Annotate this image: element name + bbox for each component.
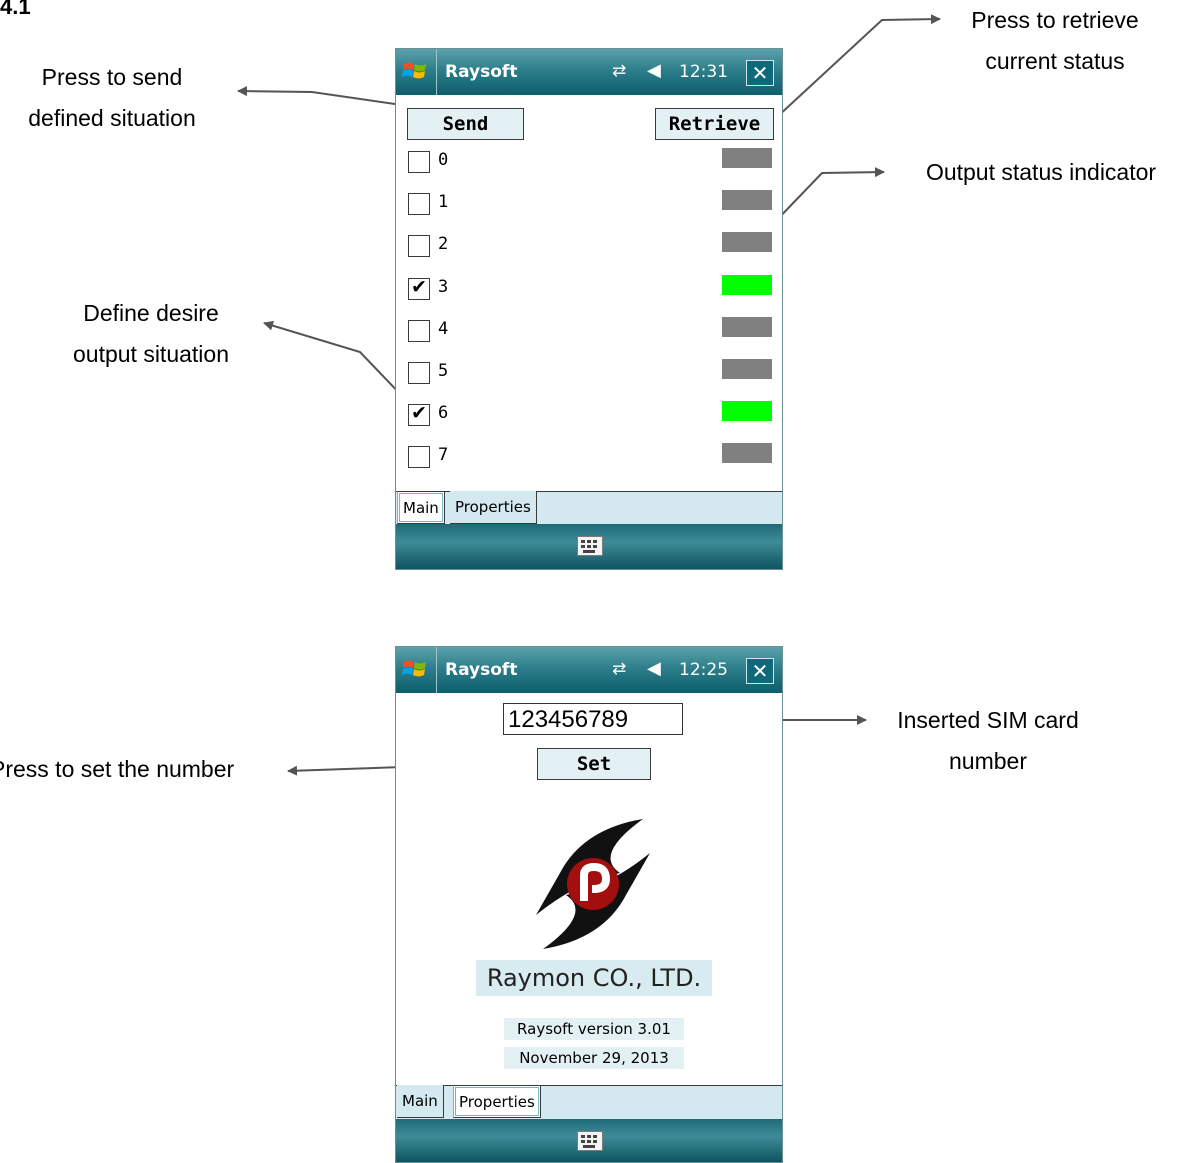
tab-strip: Main Properties <box>396 1085 782 1121</box>
output-status-indicator <box>722 190 772 210</box>
connectivity-icon[interactable]: ⇄ <box>612 61 626 81</box>
output-label: 0 <box>438 150 449 170</box>
company-name: Raymon CO., LTD. <box>476 960 712 996</box>
output-checkbox[interactable]: ✔ <box>408 402 430 426</box>
app-title: Raysoft <box>436 647 517 693</box>
output-status-indicator <box>722 232 772 252</box>
arrow-retrieve <box>776 14 941 118</box>
output-label: 7 <box>438 445 449 465</box>
keyboard-icon[interactable] <box>577 1131 603 1151</box>
date-label: November 29, 2013 <box>504 1047 684 1069</box>
output-status-indicator <box>722 401 772 421</box>
output-label: 4 <box>438 319 449 339</box>
output-label: 2 <box>438 234 449 254</box>
document-page: { "section_heading": "4.1", "screen_main… <box>0 0 1191 1163</box>
output-checkbox[interactable] <box>408 362 430 384</box>
checkmark-icon: ✔ <box>411 276 427 298</box>
send-button[interactable]: Send <box>407 108 524 140</box>
title-bar: Raysoft ⇄ ◀ 12:31 ✕ <box>396 49 782 95</box>
output-label: 6 <box>438 403 449 423</box>
close-icon[interactable]: ✕ <box>746 658 774 684</box>
connectivity-icon[interactable]: ⇄ <box>612 659 626 679</box>
arrow-indicator <box>772 167 885 225</box>
title-bar: Raysoft ⇄ ◀ 12:25 ✕ <box>396 647 782 693</box>
output-checkbox[interactable] <box>408 235 430 257</box>
tab-strip: Main Properties <box>396 491 782 527</box>
output-checkbox[interactable]: ✔ <box>408 276 430 300</box>
arrow-define <box>263 320 405 399</box>
output-label: 1 <box>438 192 449 212</box>
tab-properties[interactable]: Properties <box>450 491 537 524</box>
raymon-logo <box>536 819 650 949</box>
tab-main[interactable]: Main <box>397 1085 444 1118</box>
output-status-indicator <box>722 317 772 337</box>
clock[interactable]: 12:25 <box>679 647 728 693</box>
close-icon[interactable]: ✕ <box>746 60 774 86</box>
checkmark-icon: ✔ <box>411 402 427 424</box>
soft-key-bar <box>396 1119 782 1162</box>
output-status-indicator <box>722 443 772 463</box>
sim-number-input[interactable]: 123456789 <box>503 703 683 735</box>
volume-icon[interactable]: ◀ <box>647 60 661 81</box>
main-screen: Raysoft ⇄ ◀ 12:31 ✕ Send Retrieve 0 1 2 ✔ 3 4… <box>395 48 783 570</box>
output-checkbox[interactable] <box>408 193 430 215</box>
soft-key-bar <box>396 524 782 569</box>
retrieve-button[interactable]: Retrieve <box>655 108 774 140</box>
output-status-indicator <box>722 359 772 379</box>
output-label: 3 <box>438 277 449 297</box>
clock[interactable]: 12:31 <box>679 49 728 95</box>
keyboard-icon[interactable] <box>577 536 603 556</box>
volume-icon[interactable]: ◀ <box>647 658 661 679</box>
tab-main[interactable]: Main <box>397 491 445 524</box>
output-label: 5 <box>438 361 449 381</box>
version-label: Raysoft version 3.01 <box>504 1018 684 1040</box>
output-status-indicator <box>722 275 772 295</box>
windows-start-icon[interactable] <box>402 58 428 84</box>
properties-screen: Raysoft ⇄ ◀ 12:25 ✕ 123456789 Set Raymon… <box>395 646 783 1163</box>
output-checkbox[interactable] <box>408 320 430 342</box>
tab-properties[interactable]: Properties <box>453 1085 541 1118</box>
output-checkbox[interactable] <box>408 151 430 173</box>
output-status-indicator <box>722 148 772 168</box>
arrow-send <box>237 86 403 106</box>
output-checkbox[interactable] <box>408 446 430 468</box>
set-button[interactable]: Set <box>537 748 651 780</box>
windows-start-icon[interactable] <box>402 656 428 682</box>
app-title: Raysoft <box>436 49 517 95</box>
